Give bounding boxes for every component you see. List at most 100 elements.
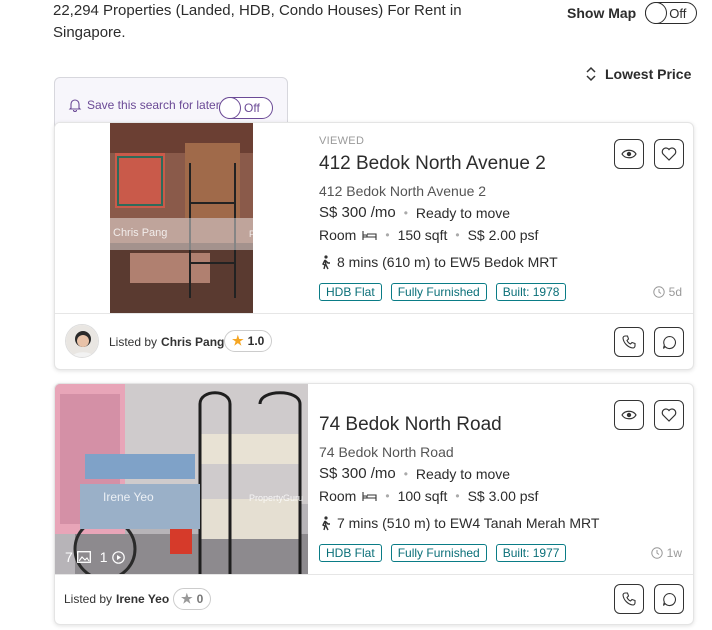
save-search-toggle[interactable]: Off (219, 97, 273, 119)
video-count-value: 1 (99, 549, 108, 565)
room-type: Room (319, 227, 357, 243)
chat-bubble-icon (662, 335, 676, 349)
heart-icon (661, 147, 677, 161)
room-photo-image (55, 123, 308, 313)
star-icon: ★ (232, 333, 244, 348)
hide-listing-button[interactable] (614, 139, 644, 169)
card-footer: Listed by Chris Pang ★ 1.0 (55, 314, 693, 369)
floor-size: 150 sqft (397, 227, 448, 243)
photo-watermark-agent: Chris Pang (113, 227, 168, 239)
rating-value: 1.0 (247, 334, 265, 348)
listing-title[interactable]: 74 Bedok North Road (319, 414, 502, 436)
listed-by: Listed by Irene Yeo (64, 592, 169, 606)
rating-value: 0 (196, 592, 204, 606)
shortlist-button[interactable] (654, 139, 684, 169)
card-footer: Listed by Irene Yeo ★ 0 (55, 575, 693, 624)
image-icon (76, 551, 91, 563)
walking-icon (322, 515, 330, 530)
toggle-knob (645, 2, 668, 24)
separator-dot: • (455, 489, 460, 503)
mrt-distance: 8 mins (610 m) to EW5 Bedok MRT (319, 254, 558, 270)
viewed-label: VIEWED (319, 135, 365, 147)
listing-address: 412 Bedok North Avenue 2 (319, 183, 487, 199)
agent-name[interactable]: Chris Pang (161, 335, 224, 349)
agent-rating[interactable]: ★ 1.0 (224, 330, 273, 352)
price-line: S$ 300 /mo • Ready to move (319, 204, 510, 221)
toggle-state-text: Off (244, 101, 260, 115)
toggle-state-text: Off (669, 6, 687, 21)
clock-icon (650, 547, 663, 559)
save-search-label: Save this search for later (87, 98, 220, 112)
tag-property-type: HDB Flat (319, 544, 382, 562)
agent-rating[interactable]: ★ 0 (173, 588, 212, 610)
bed-icon (362, 491, 377, 501)
listing-age: 5d (652, 285, 682, 299)
tag-built-year: Built: 1978 (495, 283, 567, 301)
photo-watermark-brand: PropertyGuru (249, 493, 304, 503)
room-photo-image (55, 384, 308, 574)
mrt-text: 8 mins (610 m) to EW5 Bedok MRT (337, 254, 558, 270)
listing-card[interactable]: Irene Yeo PropertyGuru 7 1 74 Bedok Nort… (54, 383, 694, 625)
tag-furnishing: Fully Furnished (390, 283, 487, 301)
separator-dot: • (385, 228, 390, 242)
floor-size: 100 sqft (397, 488, 448, 504)
photo-watermark-agent: Irene Yeo (103, 490, 154, 504)
listing-age-value: 5d (668, 285, 682, 299)
mrt-text: 7 mins (510 m) to EW4 Tanah Merah MRT (337, 515, 600, 531)
photo-watermark-brand: PropertyGuru (249, 229, 304, 239)
photo-count-value: 7 (65, 549, 73, 565)
tag-furnishing: Fully Furnished (390, 544, 487, 562)
show-map-toggle[interactable]: Off (645, 2, 698, 24)
phone-icon (622, 335, 636, 349)
sort-icon (586, 66, 596, 82)
video-play-icon (111, 550, 125, 564)
eye-icon (621, 149, 637, 159)
agent-avatar[interactable] (65, 324, 99, 358)
photo-count: 7 (65, 288, 91, 304)
hide-listing-button[interactable] (614, 400, 644, 430)
agent-photo-image (66, 325, 98, 357)
meta-line: Room • 100 sqft • S$ 3.00 psf (319, 488, 538, 504)
availability: Ready to move (415, 204, 511, 221)
separator-dot: • (385, 489, 390, 503)
listing-price: S$ 300 /mo (319, 204, 396, 221)
chat-bubble-icon (662, 592, 676, 606)
save-search-button[interactable]: Save this search for later (68, 98, 220, 112)
photo-count-value: 7 (65, 288, 73, 304)
price-line: S$ 300 /mo • Ready to move (319, 465, 510, 482)
walking-icon (322, 254, 330, 269)
listing-price: S$ 300 /mo (319, 465, 396, 482)
listed-by-prefix: Listed by (64, 592, 113, 606)
bed-icon (362, 230, 377, 240)
meta-line: Room • 150 sqft • S$ 2.00 psf (319, 227, 538, 243)
clock-icon (652, 286, 665, 298)
call-button[interactable] (614, 327, 644, 357)
show-map-control[interactable]: Show Map Off (567, 2, 698, 24)
listing-photo[interactable]: Chris Pang PropertyGuru 7 (55, 123, 308, 313)
separator-dot: • (455, 228, 460, 242)
listing-card[interactable]: Chris Pang PropertyGuru 7 VIEWED 412 Bed… (54, 122, 694, 370)
chat-button[interactable] (654, 327, 684, 357)
shortlist-button[interactable] (654, 400, 684, 430)
room-type: Room (319, 488, 357, 504)
price-per-sqft: S$ 3.00 psf (467, 488, 539, 504)
tag-list: HDB Flat Fully Furnished Built: 1977 (319, 544, 567, 562)
availability: Ready to move (415, 465, 511, 482)
show-map-label: Show Map (567, 5, 637, 21)
chat-button[interactable] (654, 584, 684, 614)
listing-age: 1w (650, 546, 682, 560)
mrt-distance: 7 mins (510 m) to EW4 Tanah Merah MRT (319, 515, 599, 531)
sort-dropdown[interactable]: Lowest Price (585, 66, 691, 82)
image-icon (76, 290, 91, 302)
price-per-sqft: S$ 2.00 psf (467, 227, 539, 243)
sort-label: Lowest Price (605, 66, 692, 82)
tag-built-year: Built: 1977 (495, 544, 567, 562)
separator-dot: • (403, 205, 408, 220)
listing-photo[interactable]: Irene Yeo PropertyGuru 7 1 (55, 384, 308, 574)
phone-icon (622, 592, 636, 606)
listing-title[interactable]: 412 Bedok North Avenue 2 (319, 153, 546, 175)
call-button[interactable] (614, 584, 644, 614)
heart-icon (661, 408, 677, 422)
listing-address: 74 Bedok North Road (319, 444, 454, 460)
agent-name[interactable]: Irene Yeo (116, 592, 169, 606)
